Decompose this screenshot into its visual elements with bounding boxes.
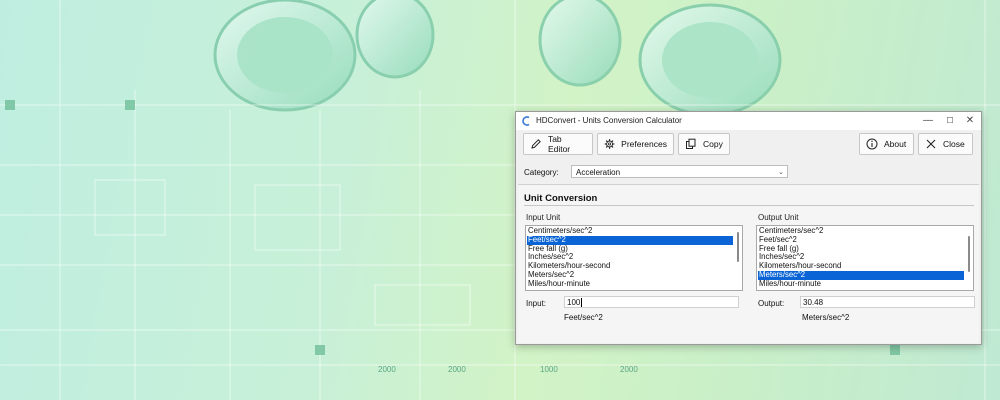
bg-label-2: 2000	[448, 365, 466, 374]
copy-icon	[686, 138, 696, 149]
output-list-scrollbar[interactable]	[967, 228, 972, 288]
toolbar: Tab Editor Preferences Copy About Close	[516, 130, 981, 162]
input-value-field[interactable]: 100	[564, 296, 739, 308]
about-button[interactable]: About	[859, 133, 914, 155]
input-list-item[interactable]: Miles/hour-minute	[527, 279, 733, 289]
window-close-button[interactable]: ✕	[959, 114, 981, 128]
output-value: 30.48	[803, 298, 824, 307]
tab-editor-button[interactable]: Tab Editor	[523, 133, 593, 155]
output-unit-label: Output Unit	[758, 213, 799, 222]
bg-label-1: 2000	[378, 365, 396, 374]
output-scroll-thumb[interactable]	[968, 236, 970, 272]
category-value: Acceleration	[576, 168, 621, 177]
copy-label: Copy	[703, 139, 723, 149]
rolled-plans-left	[213, 0, 435, 112]
title-bar[interactable]: HDConvert - Units Conversion Calculator …	[516, 112, 981, 130]
preferences-button[interactable]: Preferences	[597, 133, 674, 155]
panel-divider	[524, 205, 974, 206]
tab-editor-label: Tab Editor	[547, 134, 571, 154]
bg-label-4: 2000	[620, 365, 638, 374]
output-list-item[interactable]: Miles/hour-minute	[758, 279, 964, 289]
close-button[interactable]: Close	[918, 133, 973, 155]
rolled-plans-right	[538, 0, 782, 117]
category-select[interactable]: Acceleration ⌄	[571, 165, 788, 178]
blueprint-dimension-labels: 2000 2000 1000 2000	[378, 365, 638, 374]
panel-title: Unit Conversion	[524, 193, 598, 204]
bg-label-3: 1000	[540, 365, 558, 374]
output-unit-list[interactable]: Centimeters/sec^2 Feet/sec^2 Free fall (g)…	[756, 225, 974, 291]
input-scroll-thumb[interactable]	[737, 232, 739, 262]
input-unit-list[interactable]: Centimeters/sec^2 Feet/sec^2 Free fall (g)…	[525, 225, 743, 291]
window-title: HDConvert - Units Conversion Calculator	[536, 116, 682, 125]
preferences-label: Preferences	[621, 139, 667, 149]
close-label: Close	[943, 139, 965, 149]
category-label: Category:	[524, 168, 559, 177]
chevron-down-icon: ⌄	[778, 169, 784, 176]
input-unit-label: Input Unit	[526, 213, 561, 222]
copy-button[interactable]: Copy	[678, 133, 730, 155]
output-label: Output:	[758, 299, 785, 308]
input-list-scrollbar[interactable]	[736, 228, 741, 288]
output-value-field[interactable]: 30.48	[800, 296, 975, 308]
minimize-button[interactable]: —	[917, 114, 939, 128]
input-value: 100	[567, 298, 581, 307]
app-logo-icon	[522, 116, 530, 126]
unit-conversion-panel: Unit Conversion Input Unit Output Unit C…	[518, 184, 979, 343]
close-x-icon	[926, 139, 936, 149]
info-icon	[866, 138, 878, 150]
input-label: Input:	[526, 299, 547, 308]
about-label: About	[884, 139, 907, 149]
gear-icon	[604, 139, 615, 149]
text-cursor	[581, 298, 583, 307]
output-unit-display: Meters/sec^2	[802, 313, 850, 322]
maximize-button[interactable]: ☐	[939, 114, 961, 128]
input-unit-display: Feet/sec^2	[564, 313, 603, 322]
pencil-icon	[531, 139, 541, 149]
app-window: HDConvert - Units Conversion Calculator …	[515, 111, 982, 345]
